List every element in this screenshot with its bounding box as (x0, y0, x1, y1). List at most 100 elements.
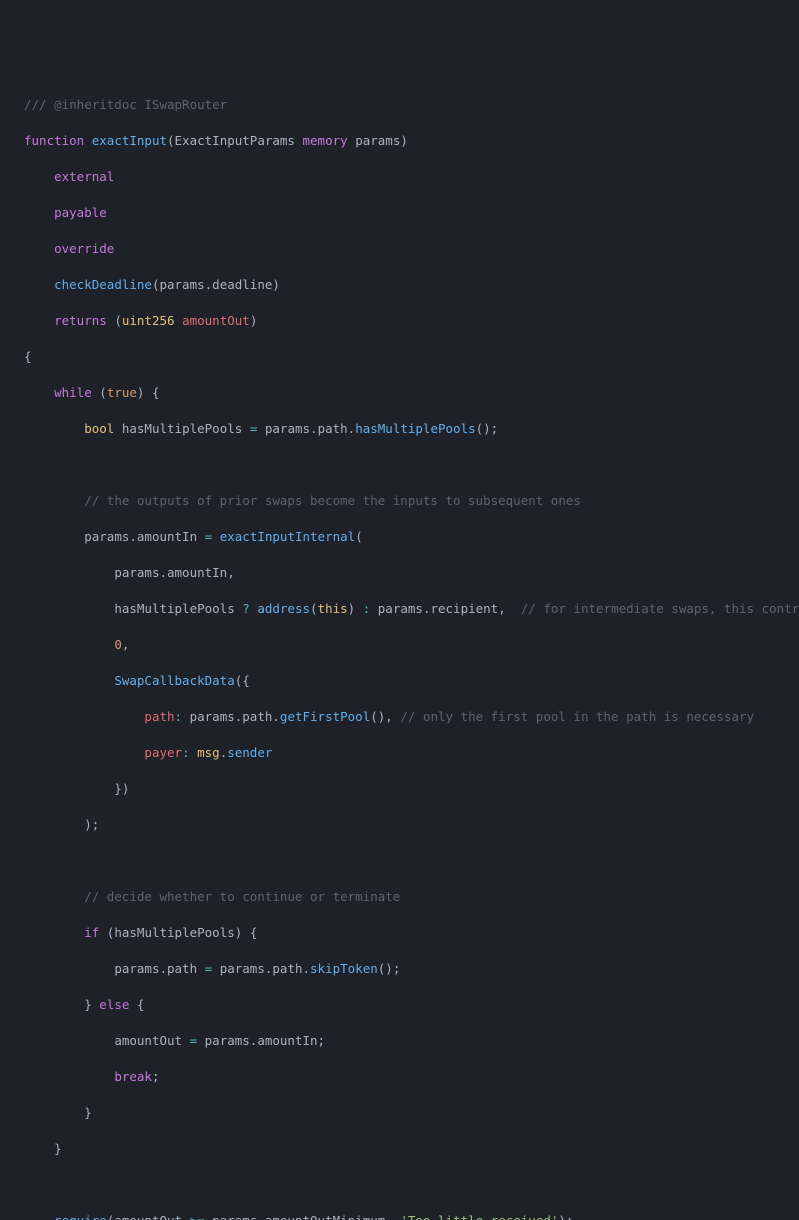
code-line: path: params.path.getFirstPool(), // onl… (0, 708, 799, 726)
code-line: payable (0, 204, 799, 222)
var: params (205, 1033, 250, 1048)
comment: // the outputs of prior swaps become the… (84, 493, 581, 508)
kw-break: break (114, 1069, 152, 1084)
code-line: external (0, 168, 799, 186)
code-line (0, 1176, 799, 1194)
kw-external: external (54, 169, 114, 184)
op-eq: = (190, 1033, 198, 1048)
cast-address: address (257, 601, 310, 616)
prop: path (167, 961, 197, 976)
prop: amountIn (257, 1033, 317, 1048)
method-call: getFirstPool (280, 709, 370, 724)
var: params (220, 961, 265, 976)
kw-this: this (318, 601, 348, 616)
prop: recipient (430, 601, 498, 616)
code-line: SwapCallbackData({ (0, 672, 799, 690)
code-line: break; (0, 1068, 799, 1086)
var: amountOut (114, 1033, 182, 1048)
comment: /// @inheritdoc ISwapRouter (24, 97, 227, 112)
prop: amountIn (137, 529, 197, 544)
op-ternary-c: : (363, 601, 371, 616)
code-line: require(amountOut >= params.amountOutMin… (0, 1212, 799, 1220)
var-amountOut: amountOut (182, 313, 250, 328)
code-line: hasMultiplePools ? address(this) : param… (0, 600, 799, 618)
op-colon: : (182, 745, 190, 760)
op-eq: = (250, 421, 258, 436)
code-line: ); (0, 816, 799, 834)
code-line: if (hasMultiplePools) { (0, 924, 799, 942)
op-eq: = (205, 529, 213, 544)
prop: amountOutMinimum (265, 1213, 385, 1220)
kw-memory: memory (303, 133, 348, 148)
type-bool: bool (84, 421, 114, 436)
method-call: skipToken (310, 961, 378, 976)
param-type: ExactInputParams (175, 133, 295, 148)
code-block: /// @inheritdoc ISwapRouter function exa… (0, 78, 799, 1220)
code-line (0, 852, 799, 870)
prop-sender: sender (227, 745, 272, 760)
kw-payable: payable (54, 205, 107, 220)
struct-key: payer (144, 745, 182, 760)
code-line: // decide whether to continue or termina… (0, 888, 799, 906)
code-line: while (true) { (0, 384, 799, 402)
code-line: /// @inheritdoc ISwapRouter (0, 96, 799, 114)
code-line: { (0, 348, 799, 366)
kw-override: override (54, 241, 114, 256)
prop: path (242, 709, 272, 724)
kw-function: function (24, 133, 84, 148)
var: hasMultiplePools (114, 925, 234, 940)
func-require: require (54, 1213, 107, 1220)
code-line: params.path = params.path.skipToken(); (0, 960, 799, 978)
method-call: hasMultiplePools (355, 421, 475, 436)
code-line: amountOut = params.amountIn; (0, 1032, 799, 1050)
var: params (114, 961, 159, 976)
code-line: params.amountIn = exactInputInternal( (0, 528, 799, 546)
code-line: bool hasMultiplePools = params.path.hasM… (0, 420, 799, 438)
comment: // only the first pool in the path is ne… (400, 709, 754, 724)
code-line: } else { (0, 996, 799, 1014)
comment: // decide whether to continue or termina… (84, 889, 400, 904)
prop: path (318, 421, 348, 436)
prop: path (272, 961, 302, 976)
var: params (114, 565, 159, 580)
code-line: override (0, 240, 799, 258)
comment: // for intermediate swaps, this contract… (521, 601, 799, 616)
code-line: params.amountIn, (0, 564, 799, 582)
type-uint256: uint256 (122, 313, 175, 328)
string-lit: 'Too little received' (400, 1213, 558, 1220)
var: hasMultiplePools (114, 601, 234, 616)
op-colon: : (175, 709, 183, 724)
var: hasMultiplePools (122, 421, 242, 436)
var: params (265, 421, 310, 436)
kw-msg: msg (197, 745, 220, 760)
code-line (0, 456, 799, 474)
prop: amountIn (167, 565, 227, 580)
code-line: payer: msg.sender (0, 744, 799, 762)
code-line: }) (0, 780, 799, 798)
code-line: } (0, 1104, 799, 1122)
var: amountOut (114, 1213, 182, 1220)
param-name: params (355, 133, 400, 148)
func-call: exactInputInternal (220, 529, 355, 544)
kw-while: while (54, 385, 92, 400)
var: params (378, 601, 423, 616)
var: params (212, 1213, 257, 1220)
var: params (84, 529, 129, 544)
code-line: returns (uint256 amountOut) (0, 312, 799, 330)
code-line: // the outputs of prior swaps become the… (0, 492, 799, 510)
arg: params (159, 277, 204, 292)
struct-name: SwapCallbackData (114, 673, 234, 688)
code-line: function exactInput(ExactInputParams mem… (0, 132, 799, 150)
code-line: checkDeadline(params.deadline) (0, 276, 799, 294)
lit-zero: 0 (114, 637, 122, 652)
kw-if: if (84, 925, 99, 940)
lit-true: true (107, 385, 137, 400)
op-eq: = (205, 961, 213, 976)
func-name: exactInput (92, 133, 167, 148)
kw-returns: returns (54, 313, 107, 328)
kw-else: else (99, 997, 129, 1012)
op-ternary-q: ? (242, 601, 250, 616)
code-line: 0, (0, 636, 799, 654)
code-line: } (0, 1140, 799, 1158)
var: params (190, 709, 235, 724)
